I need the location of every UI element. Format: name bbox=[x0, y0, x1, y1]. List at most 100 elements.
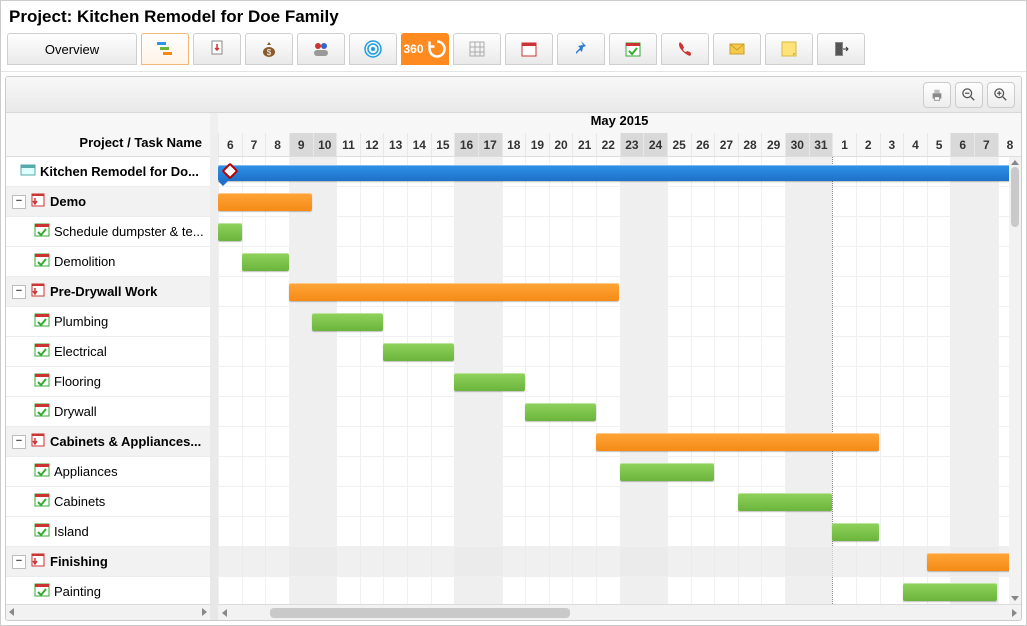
task-check-icon bbox=[34, 462, 50, 481]
calendar-check-icon bbox=[623, 39, 643, 59]
gantt-row[interactable] bbox=[218, 277, 1021, 307]
task-row[interactable]: Electrical bbox=[6, 337, 210, 367]
gantt-row[interactable] bbox=[218, 397, 1021, 427]
zoom-in-button[interactable] bbox=[987, 82, 1015, 108]
group-expander[interactable]: − bbox=[12, 555, 26, 569]
task-bar[interactable] bbox=[832, 523, 879, 541]
day-header: 23 bbox=[620, 133, 644, 156]
group-row[interactable]: −Pre-Drywall Work bbox=[6, 277, 210, 307]
timeline-vscroll[interactable] bbox=[1009, 157, 1021, 604]
task-tree-hscroll[interactable] bbox=[6, 604, 210, 620]
gantt-row[interactable] bbox=[218, 187, 1021, 217]
print-button[interactable] bbox=[923, 82, 951, 108]
tab-calendar-check[interactable] bbox=[609, 33, 657, 65]
gantt-row[interactable] bbox=[218, 517, 1021, 547]
tab-documents[interactable] bbox=[193, 33, 241, 65]
timeline-grid[interactable] bbox=[218, 157, 1021, 604]
gantt-row[interactable] bbox=[218, 157, 1021, 187]
task-row[interactable]: Island bbox=[6, 517, 210, 547]
calendar-icon bbox=[519, 39, 539, 59]
tab-360-label: 360 bbox=[403, 42, 423, 56]
group-expander[interactable]: − bbox=[12, 195, 26, 209]
gantt-row[interactable] bbox=[218, 427, 1021, 457]
main-toolbar: Overview $ 360 bbox=[1, 33, 1026, 71]
tab-overview[interactable]: Overview bbox=[7, 33, 137, 65]
tab-exit[interactable] bbox=[817, 33, 865, 65]
day-header: 1 bbox=[832, 133, 856, 156]
gantt-icon bbox=[155, 39, 175, 59]
tab-target[interactable] bbox=[349, 33, 397, 65]
refresh-icon bbox=[427, 39, 447, 59]
task-row[interactable]: Demolition bbox=[6, 247, 210, 277]
task-bar[interactable] bbox=[620, 463, 714, 481]
gantt-row[interactable] bbox=[218, 457, 1021, 487]
group-row[interactable]: − Finishing bbox=[6, 547, 210, 577]
task-bar[interactable] bbox=[242, 253, 289, 271]
task-bar[interactable] bbox=[454, 373, 525, 391]
group-expander[interactable]: − bbox=[12, 285, 26, 299]
task-row[interactable]: Schedule dumpster & te... bbox=[6, 217, 210, 247]
group-row[interactable]: −Cabinets & Appliances... bbox=[6, 427, 210, 457]
task-bar[interactable] bbox=[927, 553, 1021, 571]
task-list[interactable]: Kitchen Remodel for Do...−DemoSchedule d… bbox=[6, 157, 210, 604]
summary-bar[interactable] bbox=[218, 165, 1021, 181]
task-label: Plumbing bbox=[54, 314, 108, 329]
tab-team[interactable] bbox=[297, 33, 345, 65]
day-header: 6 bbox=[218, 133, 242, 156]
day-header: 11 bbox=[336, 133, 360, 156]
timeline-hscroll[interactable] bbox=[218, 604, 1021, 620]
zoom-out-button[interactable] bbox=[955, 82, 983, 108]
task-bar[interactable] bbox=[289, 283, 620, 301]
task-bar[interactable] bbox=[383, 343, 454, 361]
group-row[interactable]: −Demo bbox=[6, 187, 210, 217]
project-row[interactable]: Kitchen Remodel for Do... bbox=[6, 157, 210, 187]
task-bar[interactable] bbox=[218, 193, 312, 211]
gantt-row[interactable] bbox=[218, 367, 1021, 397]
task-row[interactable]: Drywall bbox=[6, 397, 210, 427]
day-header: 6 bbox=[950, 133, 974, 156]
task-row[interactable]: Appliances bbox=[6, 457, 210, 487]
task-label: Cabinets bbox=[54, 494, 105, 509]
task-bar[interactable] bbox=[903, 583, 997, 601]
task-row[interactable]: Cabinets bbox=[6, 487, 210, 517]
task-label: Finishing bbox=[50, 554, 108, 569]
day-header: 21 bbox=[572, 133, 596, 156]
gantt-row[interactable] bbox=[218, 577, 1021, 604]
day-header: 2 bbox=[856, 133, 880, 156]
page-title: Project: Kitchen Remodel for Doe Family bbox=[1, 1, 1026, 33]
tab-budget[interactable]: $ bbox=[245, 33, 293, 65]
task-row[interactable]: Flooring bbox=[6, 367, 210, 397]
task-row[interactable]: Painting bbox=[6, 577, 210, 604]
day-header: 28 bbox=[738, 133, 762, 156]
task-bar[interactable] bbox=[218, 223, 242, 241]
group-expander[interactable]: − bbox=[12, 435, 26, 449]
gantt-row[interactable] bbox=[218, 487, 1021, 517]
task-row[interactable]: Plumbing bbox=[6, 307, 210, 337]
task-bar[interactable] bbox=[738, 493, 832, 511]
tab-pin[interactable] bbox=[557, 33, 605, 65]
tab-notes[interactable] bbox=[765, 33, 813, 65]
tab-calendar[interactable] bbox=[505, 33, 553, 65]
task-bar[interactable] bbox=[525, 403, 596, 421]
folder-icon bbox=[30, 432, 46, 451]
gantt-row[interactable] bbox=[218, 337, 1021, 367]
day-header: 25 bbox=[667, 133, 691, 156]
mail-icon bbox=[727, 39, 747, 59]
tab-gantt[interactable] bbox=[141, 33, 189, 65]
task-tree-header: Project / Task Name bbox=[6, 113, 210, 157]
day-header: 26 bbox=[691, 133, 715, 156]
task-check-icon bbox=[34, 252, 50, 271]
gantt-row[interactable] bbox=[218, 217, 1021, 247]
tab-calls[interactable] bbox=[661, 33, 709, 65]
task-label: Electrical bbox=[54, 344, 107, 359]
task-bar[interactable] bbox=[596, 433, 879, 451]
project-expander[interactable] bbox=[12, 165, 16, 179]
gantt-row[interactable] bbox=[218, 547, 1021, 577]
task-bar[interactable] bbox=[312, 313, 383, 331]
gantt-row[interactable] bbox=[218, 247, 1021, 277]
tab-schedule-grid[interactable] bbox=[453, 33, 501, 65]
tab-360[interactable]: 360 bbox=[401, 33, 449, 65]
tab-mail[interactable] bbox=[713, 33, 761, 65]
task-label: Demolition bbox=[54, 254, 115, 269]
gantt-row[interactable] bbox=[218, 307, 1021, 337]
